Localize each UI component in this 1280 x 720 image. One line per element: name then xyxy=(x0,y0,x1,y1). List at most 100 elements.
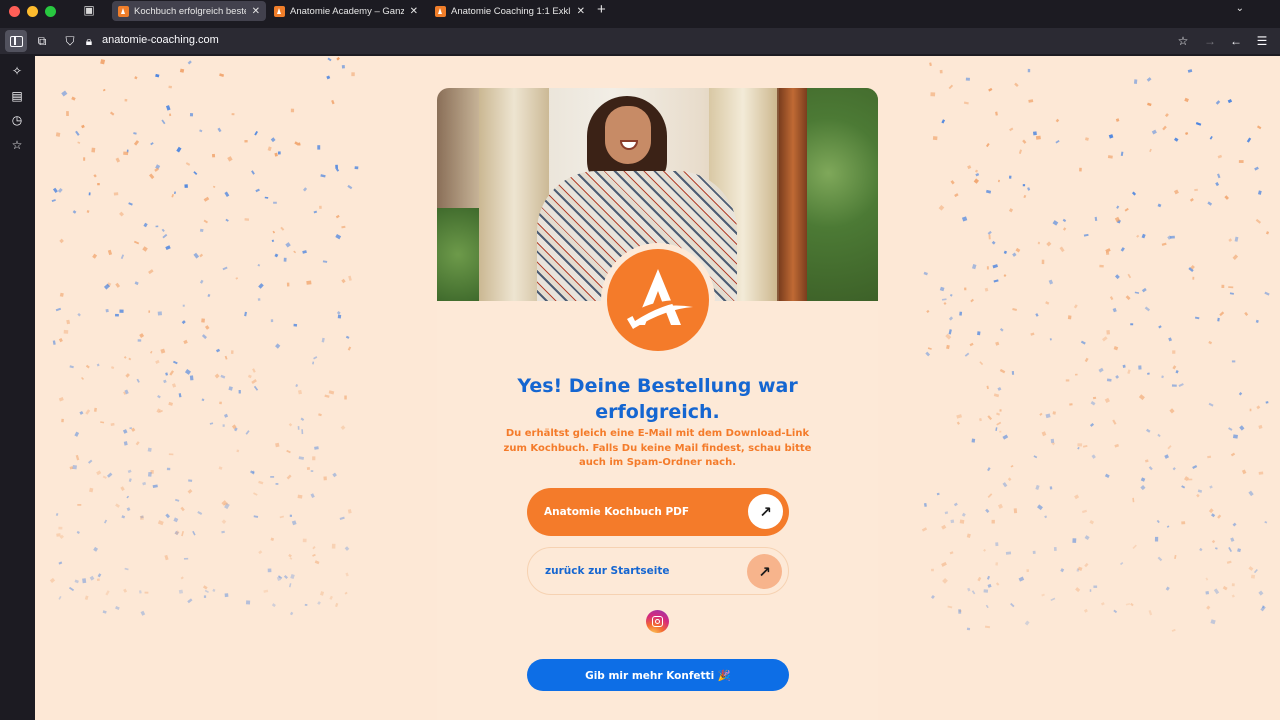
url-bar[interactable]: anatomie-coaching.com xyxy=(102,34,219,46)
confetti-piece xyxy=(938,204,945,211)
confetti-piece xyxy=(993,279,999,283)
plus-icon[interactable]: + xyxy=(597,2,606,18)
tab-academy[interactable]: Anatomie Academy – Ganzheitl ✕ xyxy=(268,1,424,21)
tab-bar: ▣ Kochbuch erfolgreich bestellt – ✕ Anat… xyxy=(0,0,1280,22)
back-to-home-label: zurück zur Startseite xyxy=(545,565,670,577)
favicon-icon xyxy=(274,5,285,17)
ai-sparkle-icon[interactable]: ✧ xyxy=(9,63,25,79)
close-tab-icon[interactable]: ✕ xyxy=(577,6,585,17)
confetti-piece xyxy=(212,185,216,188)
instagram-icon[interactable] xyxy=(646,610,669,633)
confetti-piece xyxy=(1098,367,1104,373)
back-to-home-button[interactable]: zurück zur Startseite ↗ xyxy=(527,547,789,595)
confetti-piece xyxy=(930,92,936,97)
confetti-piece xyxy=(1002,482,1008,488)
confetti-piece xyxy=(1157,433,1161,438)
confetti-piece xyxy=(150,142,154,146)
confetti-piece xyxy=(999,368,1006,374)
confetti-piece xyxy=(1194,316,1200,320)
tab-overview-icon[interactable]: ▣ xyxy=(82,4,96,17)
tab-kochbuch[interactable]: Kochbuch erfolgreich bestellt – ✕ xyxy=(112,1,266,21)
confetti-piece xyxy=(313,210,318,214)
confetti-piece xyxy=(115,503,120,508)
confetti-piece xyxy=(337,314,342,319)
confetti-piece xyxy=(995,542,999,547)
confetti-piece xyxy=(1148,466,1153,471)
confetti-piece xyxy=(1224,195,1229,200)
confetti-piece xyxy=(1027,68,1031,73)
confetti-piece xyxy=(280,226,285,231)
confetti-piece xyxy=(977,331,981,336)
close-window-button[interactable] xyxy=(9,5,20,17)
shield-icon[interactable]: ⛉ xyxy=(62,34,78,48)
confetti-piece xyxy=(1246,137,1252,143)
confetti-piece xyxy=(253,492,258,496)
close-tab-icon[interactable]: ✕ xyxy=(410,6,418,17)
confetti-piece xyxy=(184,369,191,375)
confetti-piece xyxy=(341,225,346,229)
chevron-down-icon[interactable]: ⌄ xyxy=(1236,3,1244,14)
confetti-piece xyxy=(139,515,144,521)
confetti-piece xyxy=(1195,122,1202,126)
confetti-piece xyxy=(947,605,953,609)
confetti-piece xyxy=(235,277,239,280)
confetti-piece xyxy=(310,470,314,472)
confetti-piece xyxy=(155,73,160,78)
confetti-piece xyxy=(1083,608,1088,613)
confetti-piece xyxy=(1002,434,1009,440)
history-icon[interactable]: ◷ xyxy=(9,112,25,128)
confetti-piece xyxy=(251,170,255,175)
arrow-left-icon[interactable]: ← xyxy=(1228,34,1244,48)
confetti-piece xyxy=(1208,340,1213,345)
confetti-piece xyxy=(1052,220,1059,226)
success-card: Yes! Deine Bestellung war erfolgreich. D… xyxy=(437,88,878,720)
more-confetti-button[interactable]: Gib mir mehr Konfetti 🎉 xyxy=(527,659,789,691)
star-icon[interactable]: ☆ xyxy=(1175,34,1191,48)
sidebar-icon[interactable] xyxy=(5,30,27,52)
confetti-piece xyxy=(271,603,276,608)
close-tab-icon[interactable]: ✕ xyxy=(252,6,260,17)
confetti-piece xyxy=(244,218,250,221)
confetti-piece xyxy=(995,427,998,432)
puzzle-icon[interactable]: ⧉ xyxy=(34,34,50,48)
confetti-piece xyxy=(91,147,96,153)
confetti-piece xyxy=(127,469,132,474)
confetti-piece xyxy=(125,373,130,378)
confetti-piece xyxy=(275,483,279,485)
confetti-piece xyxy=(115,606,120,610)
confetti-piece xyxy=(209,422,214,425)
confetti-piece xyxy=(317,145,321,150)
confetti-piece xyxy=(267,568,272,573)
minimize-window-button[interactable] xyxy=(27,5,38,17)
confetti-piece xyxy=(1090,401,1096,406)
bookmarks-icon[interactable]: ▤ xyxy=(9,88,25,104)
confetti-piece xyxy=(87,459,93,464)
confetti-piece xyxy=(1192,276,1195,280)
download-cookbook-button[interactable]: Anatomie Kochbuch PDF ↗ xyxy=(527,488,789,536)
confetti-piece xyxy=(1003,274,1007,278)
confetti-piece xyxy=(122,429,128,434)
confetti-piece xyxy=(1184,97,1189,103)
confetti-piece xyxy=(1018,149,1022,155)
confetti-piece xyxy=(1234,236,1239,242)
confetti-piece xyxy=(1249,408,1252,412)
confetti-piece xyxy=(157,520,164,526)
lock-icon[interactable]: 🔒︎ xyxy=(81,34,97,48)
star-icon[interactable]: ☆ xyxy=(9,137,25,153)
tab-coaching[interactable]: Anatomie Coaching 1:1 Exklusiv ✕ xyxy=(429,1,591,21)
confetti-piece xyxy=(165,245,171,251)
confetti-piece xyxy=(295,384,299,388)
confetti-piece xyxy=(1257,190,1262,195)
hamburger-icon[interactable]: ☰ xyxy=(1254,34,1270,48)
confetti-piece xyxy=(81,124,85,129)
confetti-piece xyxy=(1030,332,1035,336)
confetti-piece xyxy=(58,397,64,402)
confetti-piece xyxy=(180,576,184,580)
confetti-piece xyxy=(1219,311,1225,317)
confetti-piece xyxy=(1108,134,1114,139)
confetti-piece xyxy=(277,151,281,155)
confetti-piece xyxy=(173,191,176,195)
arrow-right-icon[interactable]: → xyxy=(1202,34,1218,48)
maximize-window-button[interactable] xyxy=(45,5,56,17)
confetti-piece xyxy=(74,431,80,437)
